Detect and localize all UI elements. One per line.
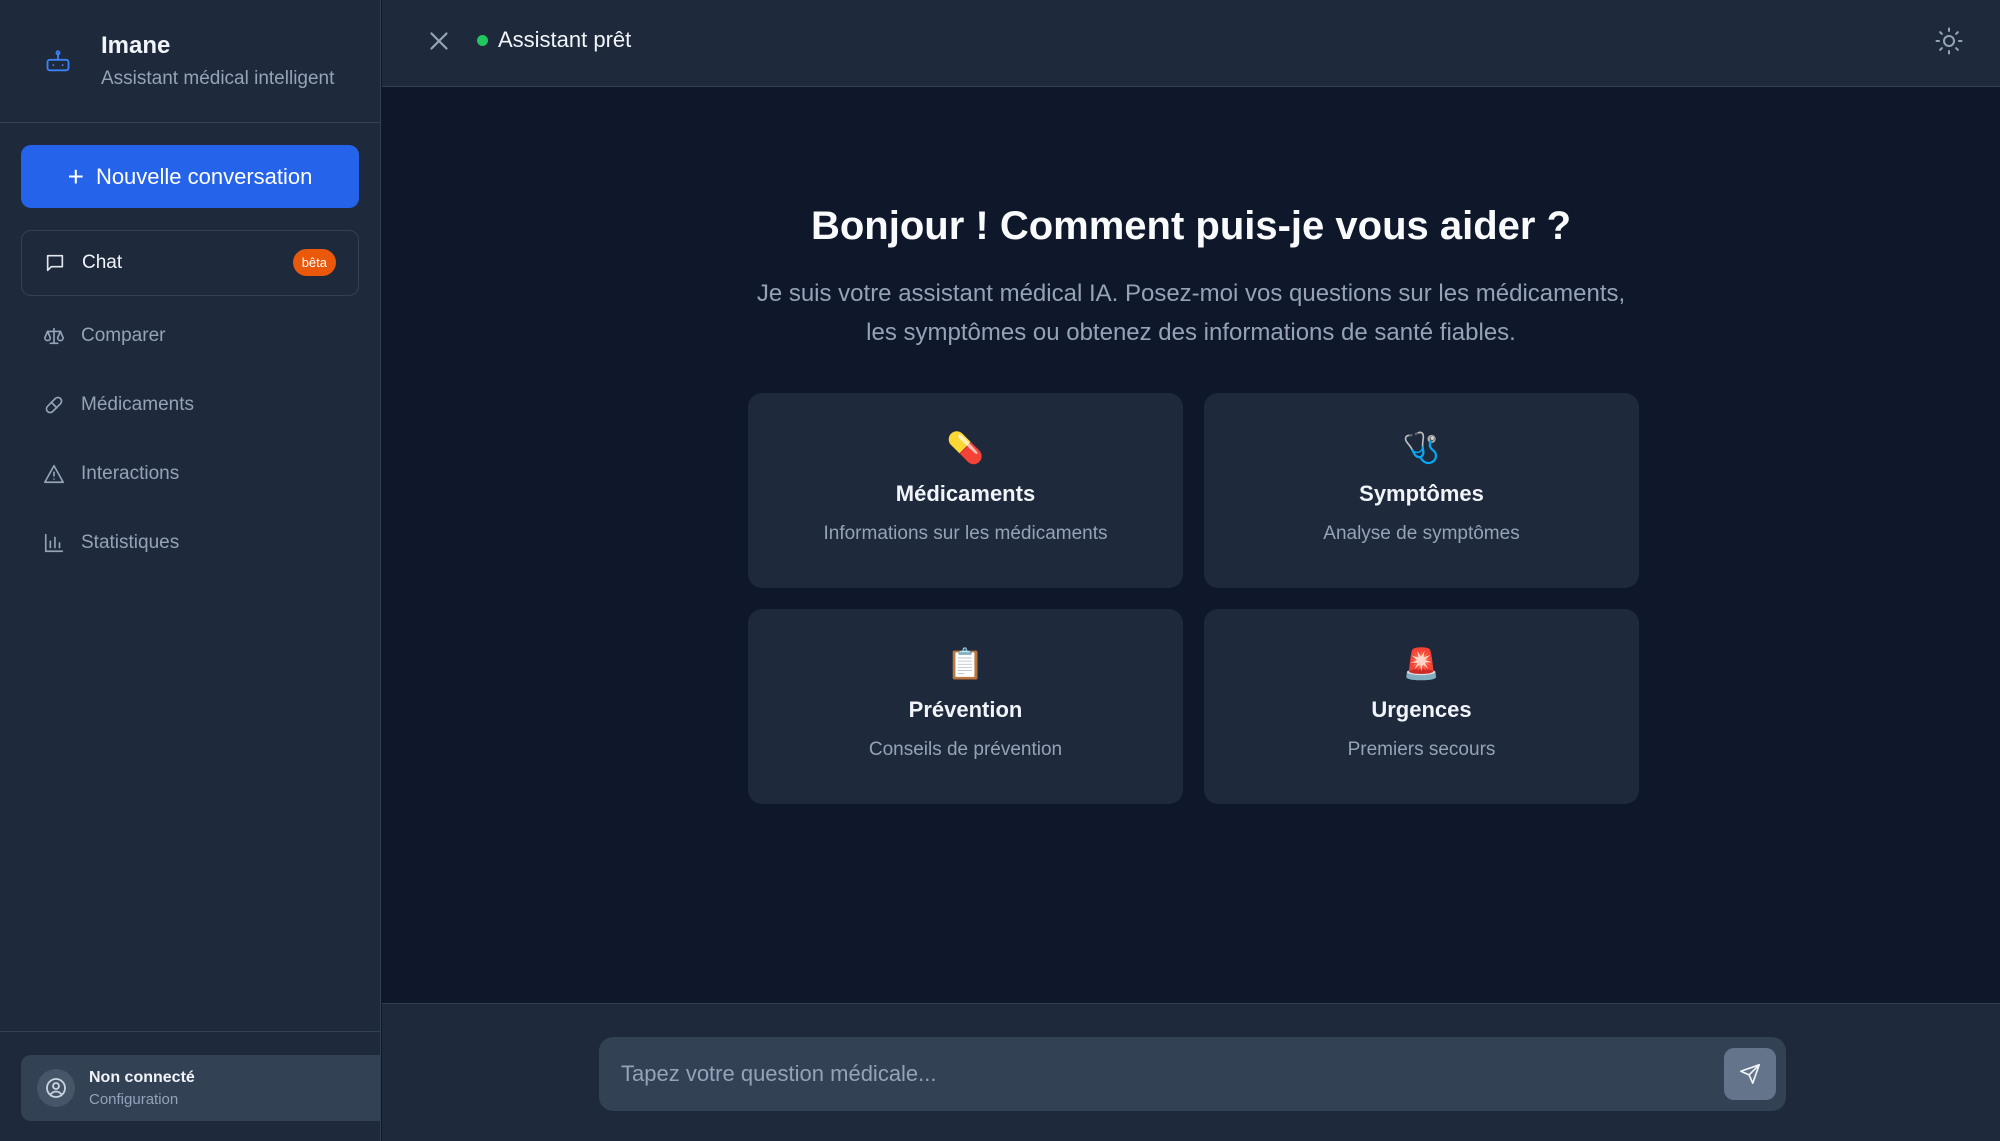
bar-chart-icon	[44, 533, 64, 553]
sidebar-item-label: Statistiques	[81, 532, 180, 553]
clipboard-emoji-icon: 📋	[946, 648, 985, 681]
siren-emoji-icon: 🚨	[1402, 648, 1441, 681]
sidebar-item-comparer[interactable]: Comparer	[21, 303, 359, 369]
app-subtitle: Assistant médical intelligent	[101, 68, 335, 89]
sidebar-item-label: Interactions	[81, 463, 180, 484]
sidebar-footer: Non connecté Configuration	[0, 1031, 381, 1141]
scale-icon	[44, 327, 64, 345]
status-dot	[477, 35, 488, 46]
new-conversation-label: Nouvelle conversation	[95, 163, 313, 189]
message-icon	[46, 254, 64, 272]
sun-icon[interactable]	[1934, 26, 1964, 56]
card-urgences[interactable]: 🚨 Urgences Premiers secours	[1204, 609, 1639, 804]
card-title: Symptômes	[1359, 481, 1484, 506]
sidebar-item-label: Chat	[82, 252, 123, 273]
welcome-title: Bonjour ! Comment puis-je vous aider ?	[810, 204, 1572, 248]
top-bar: Assistant prêt	[382, 0, 2000, 87]
sidebar-item-label: Comparer	[81, 325, 166, 346]
welcome-subtitle: Je suis votre assistant médical IA. Pose…	[756, 280, 1626, 346]
card-title: Prévention	[908, 697, 1023, 722]
sidebar-item-medicaments[interactable]: Médicaments	[21, 372, 359, 438]
plus-icon: +	[67, 160, 84, 192]
sidebar-item-statistiques[interactable]: Statistiques	[21, 510, 359, 576]
close-icon[interactable]	[424, 26, 454, 56]
card-prevention[interactable]: 📋 Prévention Conseils de prévention	[748, 609, 1183, 804]
sidebar-item-label: Médicaments	[81, 394, 194, 415]
card-description: Conseils de prévention	[868, 739, 1063, 760]
user-status: Non connecté	[89, 1068, 195, 1086]
user-circle-icon	[46, 1078, 66, 1098]
beta-badge: bêta	[292, 249, 336, 276]
chat-area: Bonjour ! Comment puis-je vous aider ? J…	[382, 88, 2000, 1002]
sidebar: Imane Assistant médical intelligent + No…	[0, 0, 381, 1141]
send-icon	[1740, 1064, 1760, 1084]
user-status-card[interactable]: Non connecté Configuration	[21, 1055, 381, 1121]
pill-emoji-icon: 💊	[946, 432, 985, 465]
composer-bar	[382, 1003, 2000, 1141]
card-description: Informations sur les médicaments	[823, 523, 1108, 544]
avatar	[37, 1069, 75, 1107]
sidebar-item-interactions[interactable]: Interactions	[21, 441, 359, 507]
brand-header: Imane Assistant médical intelligent	[0, 0, 380, 123]
user-action: Configuration	[89, 1090, 179, 1108]
robot-icon	[46, 50, 70, 72]
message-input[interactable]	[599, 1037, 1699, 1111]
send-button[interactable]	[1724, 1048, 1776, 1100]
card-description: Analyse de symptômes	[1323, 523, 1520, 544]
warning-icon	[44, 464, 64, 484]
new-conversation-button[interactable]: + Nouvelle conversation	[21, 145, 359, 208]
card-medicaments[interactable]: 💊 Médicaments Informations sur les médic…	[748, 393, 1183, 588]
message-composer	[599, 1037, 1786, 1111]
assistant-status: Assistant prêt	[498, 27, 632, 52]
card-description: Premiers secours	[1347, 739, 1496, 760]
pill-icon	[45, 396, 63, 414]
card-title: Médicaments	[895, 481, 1036, 506]
card-symptomes[interactable]: 🩺 Symptômes Analyse de symptômes	[1204, 393, 1639, 588]
card-title: Urgences	[1371, 697, 1472, 722]
stethoscope-emoji-icon: 🩺	[1402, 432, 1441, 465]
app-name: Imane	[101, 32, 171, 59]
sidebar-item-chat[interactable]: Chat bêta	[21, 230, 359, 296]
